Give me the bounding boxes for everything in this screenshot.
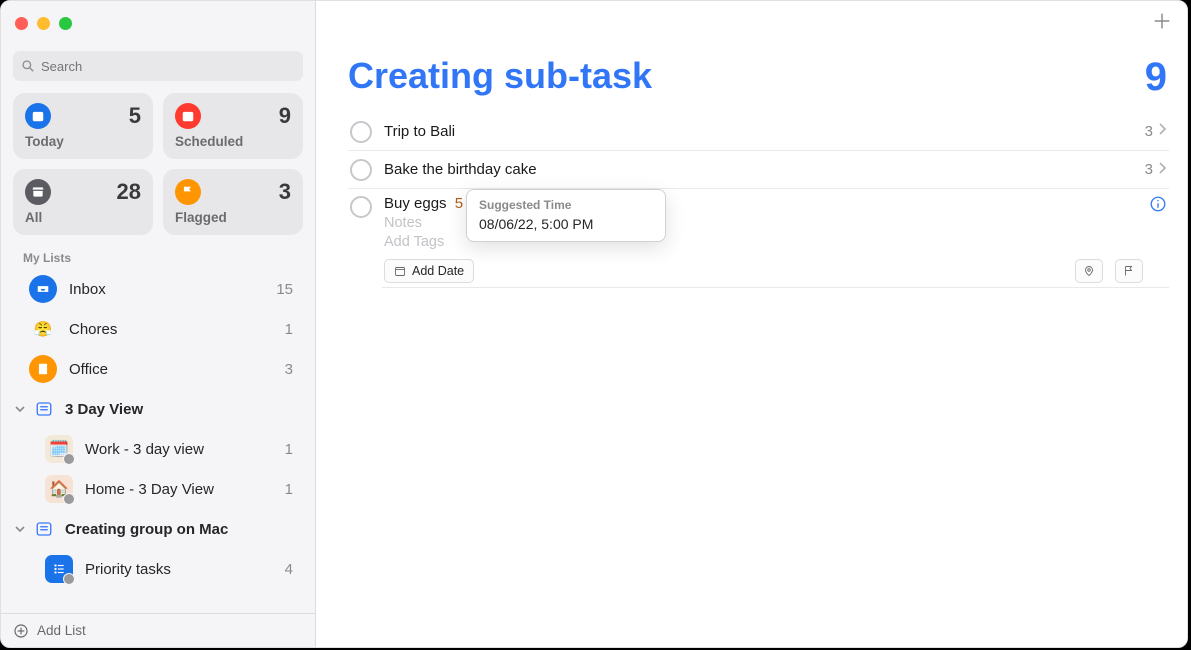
complete-toggle[interactable] (350, 121, 372, 143)
task-title: Bake the birthday cake (384, 161, 1145, 178)
office-icon (29, 355, 57, 383)
office-label: Office (69, 361, 285, 378)
folder-icon (33, 518, 55, 540)
work-3day-icon: 🗓️ (45, 435, 73, 463)
fullscreen-window-button[interactable] (59, 17, 72, 30)
search-input[interactable] (41, 59, 295, 74)
scheduled-label: Scheduled (175, 134, 291, 149)
scheduled-card[interactable]: 9 Scheduled (163, 93, 303, 159)
add-flag-button[interactable] (1115, 259, 1143, 283)
chevron-right-icon[interactable] (1159, 161, 1167, 179)
page-count: 9 (1145, 55, 1167, 100)
list-work-3day[interactable]: 🗓️ Work - 3 day view 1 (1, 429, 315, 469)
list-office[interactable]: Office 3 (1, 349, 315, 389)
page-title: Creating sub-task (348, 55, 652, 97)
all-card[interactable]: 28 All (13, 169, 153, 235)
home-3day-icon: 🏠 (45, 475, 73, 503)
new-reminder-button[interactable] (1151, 10, 1173, 37)
inbox-label: Inbox (69, 281, 276, 298)
subtask-count: 3 (1145, 123, 1153, 140)
chevron-down-icon (13, 524, 27, 534)
office-count: 3 (285, 361, 293, 378)
close-window-button[interactable] (15, 17, 28, 30)
task-title-text: Buy eggs (384, 195, 447, 212)
chevron-right-icon[interactable] (1159, 122, 1167, 140)
add-list-button[interactable]: Add List (1, 613, 315, 647)
subtask-count: 3 (1145, 161, 1153, 178)
today-count: 5 (129, 103, 141, 129)
priority-count: 4 (285, 561, 293, 578)
task-row[interactable]: Bake the birthday cake 3 (348, 150, 1169, 188)
group-creating[interactable]: Creating group on Mac (1, 509, 315, 549)
home-3day-label: Home - 3 Day View (85, 481, 285, 498)
flagged-count: 3 (279, 179, 291, 205)
add-location-button[interactable] (1075, 259, 1103, 283)
info-button[interactable] (1149, 195, 1167, 213)
work-3day-count: 1 (285, 441, 293, 458)
add-date-button[interactable]: Add Date (384, 259, 474, 283)
add-list-label: Add List (37, 623, 86, 638)
today-label: Today (25, 134, 141, 149)
all-count: 28 (117, 179, 141, 205)
task-row[interactable]: Trip to Bali 3 (348, 112, 1169, 150)
list-chores[interactable]: 😤 Chores 1 (1, 309, 315, 349)
all-icon (25, 179, 51, 205)
sidebar: 5 Today 9 Scheduled 28 (1, 1, 316, 647)
priority-icon (45, 555, 73, 583)
search-icon (21, 59, 35, 73)
group-3day-label: 3 Day View (65, 401, 293, 418)
complete-toggle[interactable] (350, 159, 372, 181)
chores-label: Chores (69, 321, 285, 338)
task-row-editing[interactable]: Buy eggs 5 pm Wednesday Notes Add Tags A… (348, 188, 1169, 287)
folder-icon (33, 398, 55, 420)
my-lists: Inbox 15 😤 Chores 1 Office 3 (1, 269, 315, 589)
priority-label: Priority tasks (85, 561, 285, 578)
suggested-time-title: Suggested Time (479, 198, 653, 212)
search-field[interactable] (13, 51, 303, 81)
home-3day-count: 1 (285, 481, 293, 498)
chores-count: 1 (285, 321, 293, 338)
list-home-3day[interactable]: 🏠 Home - 3 Day View 1 (1, 469, 315, 509)
work-3day-label: Work - 3 day view (85, 441, 285, 458)
main-panel: Creating sub-task 9 Trip to Bali 3 Bake … (316, 1, 1187, 647)
smart-badge-icon (63, 573, 75, 585)
inbox-icon (29, 275, 57, 303)
suggested-time-popup[interactable]: Suggested Time 08/06/22, 5:00 PM (466, 189, 666, 242)
inbox-count: 15 (276, 281, 293, 298)
flagged-card[interactable]: 3 Flagged (163, 169, 303, 235)
add-date-label: Add Date (412, 264, 464, 278)
today-icon (25, 103, 51, 129)
group-creating-label: Creating group on Mac (65, 521, 293, 538)
list-inbox[interactable]: Inbox 15 (1, 269, 315, 309)
today-card[interactable]: 5 Today (13, 93, 153, 159)
divider (382, 287, 1169, 288)
task-title: Trip to Bali (384, 123, 1145, 140)
complete-toggle[interactable] (350, 196, 372, 218)
scheduled-icon (175, 103, 201, 129)
chores-icon: 😤 (29, 315, 57, 343)
my-lists-header: My Lists (1, 245, 315, 269)
list-priority[interactable]: Priority tasks 4 (1, 549, 315, 589)
scheduled-count: 9 (279, 103, 291, 129)
smart-badge-icon (63, 453, 75, 465)
all-label: All (25, 210, 141, 225)
smart-list-cards: 5 Today 9 Scheduled 28 (1, 93, 315, 245)
suggested-time-value: 08/06/22, 5:00 PM (479, 216, 653, 232)
flagged-icon (175, 179, 201, 205)
minimize-window-button[interactable] (37, 17, 50, 30)
smart-badge-icon (63, 493, 75, 505)
chevron-down-icon (13, 404, 27, 414)
flagged-label: Flagged (175, 210, 291, 225)
window-controls (1, 1, 315, 45)
group-3day[interactable]: 3 Day View (1, 389, 315, 429)
